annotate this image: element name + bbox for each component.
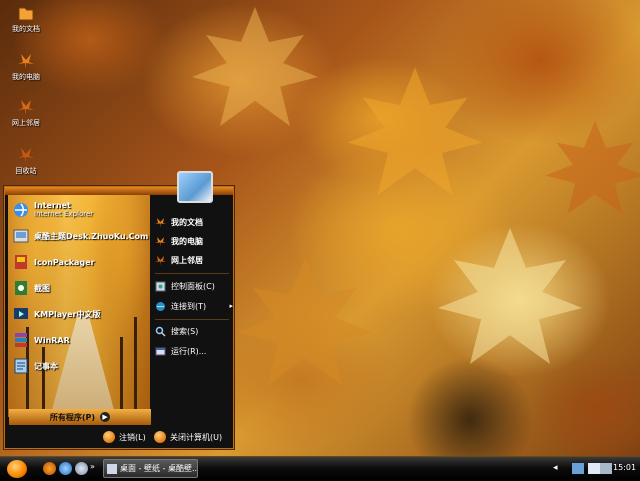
desktop-icon-label: 我的电脑 xyxy=(12,73,40,81)
pinned-item-title: WinRAR xyxy=(34,335,70,345)
right-item-label: 运行(R)... xyxy=(171,346,207,356)
my-documents-icon xyxy=(17,4,35,22)
menu-separator xyxy=(155,273,229,274)
pinned-programs-panel: Internet Internet Explorer 桌酷主题Desk.Zhuo… xyxy=(8,195,150,417)
right-item-label: 网上邻居 xyxy=(171,255,203,265)
leaf-decoration xyxy=(192,7,318,126)
desktop-icon-label: 网上邻居 xyxy=(12,119,40,127)
pinned-item-subtitle: Internet Explorer xyxy=(34,210,94,218)
logoff-button[interactable]: 注销(L) xyxy=(103,431,146,443)
my-documents-icon xyxy=(155,217,166,228)
right-item-label: 我的电脑 xyxy=(171,236,203,246)
arrow-right-icon: ▶ xyxy=(100,412,111,422)
right-item-network-places[interactable]: 网上邻居 xyxy=(155,253,233,267)
desktop-icon-network-places[interactable]: 网上邻居 xyxy=(2,98,50,128)
start-menu: Internet Internet Explorer 桌酷主题Desk.Zhuo… xyxy=(4,171,234,449)
right-item-search[interactable]: 搜索(S) xyxy=(155,324,233,338)
pinned-item-screenshot[interactable]: 截图 xyxy=(12,277,50,299)
leaf-decoration xyxy=(545,120,640,214)
all-programs-label: 所有程序(P) xyxy=(49,412,96,422)
leaf-decoration xyxy=(347,67,483,195)
logoff-icon xyxy=(103,431,115,443)
pinned-item-title: 桌酷主题Desk.ZhuoKu.Com xyxy=(34,231,149,241)
pinned-item-title: Internet xyxy=(34,201,71,210)
quicklaunch-browser-icon[interactable] xyxy=(43,462,56,475)
menu-separator xyxy=(155,319,229,320)
leaf-decoration xyxy=(237,257,373,385)
desktop-icon-my-documents[interactable]: 我的文档 xyxy=(2,4,50,34)
my-computer-icon xyxy=(155,236,166,247)
desktop-icon-label: 回收站 xyxy=(15,167,37,175)
right-item-control-panel[interactable]: 控制面板(C) xyxy=(155,279,233,293)
leaf-decoration xyxy=(438,228,582,364)
quicklaunch-media-icon[interactable] xyxy=(75,462,88,475)
pinned-item-internet[interactable]: Internet Internet Explorer xyxy=(12,199,93,221)
tray-volume-icon[interactable] xyxy=(600,463,612,474)
pinned-item-kmplayer[interactable]: KMPlayer中文版 xyxy=(12,303,101,325)
network-places-icon xyxy=(17,98,35,116)
iconpackager-icon xyxy=(12,253,30,271)
pinned-item-title: KMPlayer中文版 xyxy=(34,309,101,319)
pinned-item-title: 截图 xyxy=(34,283,50,293)
tree-decoration xyxy=(134,317,137,417)
start-menu-footer: 注销(L) 关闭计算机(U) xyxy=(5,427,233,448)
control-panel-icon xyxy=(155,281,166,291)
right-item-connect-to[interactable]: 连接到(T) ▸ xyxy=(155,299,233,313)
run-icon xyxy=(155,347,166,355)
connect-to-icon xyxy=(156,301,165,311)
tree-decoration xyxy=(120,337,123,417)
window-icon xyxy=(107,463,117,474)
all-programs-button[interactable]: 所有程序(P) ▶ xyxy=(9,409,151,425)
kmplayer-icon xyxy=(12,305,30,323)
winrar-icon xyxy=(12,331,30,349)
quicklaunch-more-icon[interactable]: » xyxy=(90,462,96,475)
tray-network-icon[interactable] xyxy=(572,463,584,474)
pinned-item-notepad[interactable]: 记事本 xyxy=(12,355,58,377)
quicklaunch-ie-icon[interactable] xyxy=(59,462,72,475)
start-button[interactable] xyxy=(7,460,27,478)
desktop-icon-my-computer[interactable]: 我的电脑 xyxy=(2,52,50,82)
desktop-icon-recycle-bin[interactable]: 回收站 xyxy=(2,146,50,176)
tray-display-icon[interactable] xyxy=(588,463,600,474)
my-computer-icon xyxy=(17,52,35,70)
user-avatar[interactable] xyxy=(177,171,213,203)
right-item-run[interactable]: 运行(R)... xyxy=(155,344,233,358)
network-places-icon xyxy=(155,255,166,266)
shutdown-icon xyxy=(154,431,166,443)
internet-explorer-icon xyxy=(12,201,30,219)
desktop-icon-label: 我的文档 xyxy=(12,25,40,33)
shutdown-label: 关闭计算机(U) xyxy=(170,432,223,442)
right-item-label: 搜索(S) xyxy=(171,326,199,336)
logoff-label: 注销(L) xyxy=(119,432,146,442)
shutdown-button[interactable]: 关闭计算机(U) xyxy=(154,431,222,443)
submenu-arrow-icon: ▸ xyxy=(229,302,233,310)
search-icon xyxy=(155,326,166,337)
pinned-item-title: IconPackager xyxy=(34,257,95,267)
pinned-item-iconpackager[interactable]: IconPackager xyxy=(12,251,95,273)
right-item-label: 我的文档 xyxy=(171,217,203,227)
right-item-my-documents[interactable]: 我的文档 xyxy=(155,215,233,229)
pinned-item-title: 记事本 xyxy=(34,361,58,371)
taskbar-button-window[interactable]: 桌面 - 壁纸 - 桌酷壁... xyxy=(103,459,198,478)
taskbar-clock[interactable]: 15:01 xyxy=(613,463,636,472)
zhuoku-theme-icon xyxy=(12,227,30,245)
notepad-icon xyxy=(12,357,30,375)
right-item-label: 控制面板(C) xyxy=(171,281,215,291)
pinned-item-winrar[interactable]: WinRAR xyxy=(12,329,70,351)
right-item-label: 连接到(T) xyxy=(171,301,207,311)
tray-expand-icon[interactable]: ◂ xyxy=(553,463,558,473)
right-item-my-computer[interactable]: 我的电脑 xyxy=(155,234,233,248)
screenshot-icon xyxy=(12,279,30,297)
pinned-item-zhuoku[interactable]: 桌酷主题Desk.ZhuoKu.Com xyxy=(12,225,148,247)
taskbar: » 桌面 - 壁纸 - 桌酷壁... ◂ 15:01 xyxy=(0,456,640,481)
taskbar-button-label: 桌面 - 壁纸 - 桌酷壁... xyxy=(120,464,197,473)
recycle-bin-icon xyxy=(17,146,35,164)
